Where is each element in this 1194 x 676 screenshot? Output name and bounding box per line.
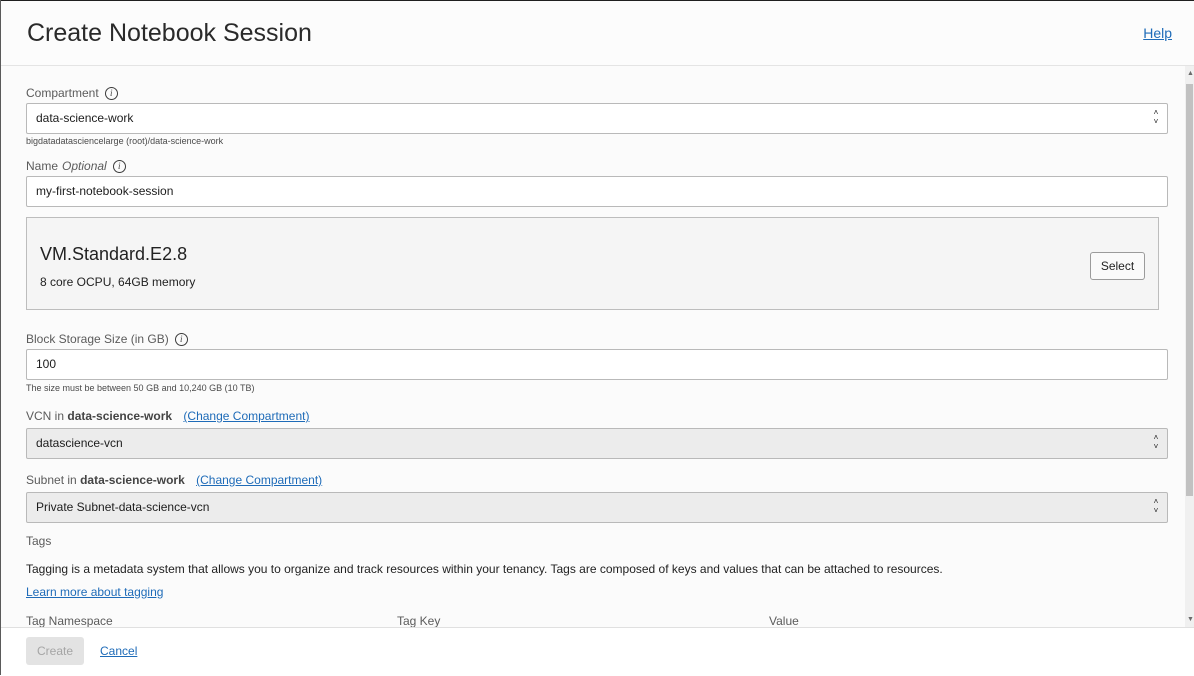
- scroll-down-arrow-icon[interactable]: ▼: [1187, 616, 1194, 623]
- subnet-label-prefix: Subnet in: [26, 473, 77, 487]
- vcn-compartment-name: data-science-work: [67, 409, 173, 423]
- subnet-compartment-name: data-science-work: [80, 473, 185, 487]
- compartment-select[interactable]: data-science-work ˄ ˅: [26, 103, 1168, 134]
- storage-label: Block Storage Size (in GB): [26, 332, 169, 346]
- dialog-footer: Create Cancel: [1, 627, 1194, 676]
- tags-title: Tags: [26, 534, 52, 548]
- subnet-change-compartment-link[interactable]: (Change Compartment): [196, 473, 322, 487]
- cancel-link[interactable]: Cancel: [100, 644, 137, 658]
- name-input[interactable]: my-first-notebook-session: [26, 176, 1168, 207]
- shape-description: 8 core OCPU, 64GB memory: [40, 275, 196, 289]
- optional-tag: Optional: [62, 159, 107, 173]
- updown-chevron-icon: ˄ ˅: [1153, 497, 1159, 515]
- compartment-label: Compartment: [26, 86, 99, 100]
- compartment-label-row: Compartment i: [26, 86, 118, 101]
- vcn-change-compartment-link[interactable]: (Change Compartment): [183, 409, 309, 423]
- subnet-select[interactable]: Private Subnet-data-science-vcn ˄ ˅: [26, 492, 1168, 523]
- vcn-label-prefix: VCN in: [26, 409, 65, 423]
- info-icon[interactable]: i: [104, 87, 118, 101]
- info-icon[interactable]: i: [174, 333, 188, 347]
- compartment-path: bigdatadatasciencelarge (root)/data-scie…: [26, 136, 224, 146]
- tags-description: Tagging is a metadata system that allows…: [26, 562, 943, 576]
- storage-value: 100: [36, 357, 57, 371]
- updown-chevron-icon: ˄ ˅: [1153, 108, 1159, 126]
- dialog-header: Create Notebook Session Help: [1, 1, 1194, 66]
- info-icon[interactable]: i: [112, 160, 126, 174]
- shape-card: VM.Standard.E2.8 8 core OCPU, 64GB memor…: [26, 217, 1159, 310]
- storage-input[interactable]: 100: [26, 349, 1168, 380]
- name-value: my-first-notebook-session: [36, 184, 174, 198]
- storage-hint: The size must be between 50 GB and 10,24…: [26, 383, 255, 393]
- storage-label-row: Block Storage Size (in GB) i: [26, 332, 188, 347]
- dialog-body: Compartment i data-science-work ˄ ˅ bigdat…: [1, 66, 1185, 627]
- tag-namespace-header: Tag Namespace: [26, 614, 113, 627]
- scrollbar-thumb[interactable]: [1186, 84, 1193, 496]
- vcn-select[interactable]: datascience-vcn ˄ ˅: [26, 428, 1168, 459]
- compartment-value: data-science-work: [36, 111, 134, 125]
- updown-chevron-icon: ˄ ˅: [1153, 433, 1159, 451]
- vertical-scrollbar[interactable]: ▲ ▼: [1185, 66, 1194, 627]
- name-label-row: Name Optional i: [26, 159, 126, 174]
- vcn-label-row: VCN in data-science-work (Change Compart…: [26, 409, 309, 423]
- tag-value-header: Value: [769, 614, 799, 627]
- create-button[interactable]: Create: [26, 637, 84, 665]
- name-label: Name: [26, 159, 59, 173]
- scroll-up-arrow-icon[interactable]: ▲: [1187, 70, 1194, 77]
- select-shape-button[interactable]: Select: [1090, 252, 1145, 280]
- tag-key-header: Tag Key: [397, 614, 441, 627]
- subnet-value: Private Subnet-data-science-vcn: [36, 500, 210, 514]
- learn-more-tagging-link[interactable]: Learn more about tagging: [26, 585, 163, 599]
- subnet-label-row: Subnet in data-science-work (Change Comp…: [26, 473, 322, 487]
- shape-name: VM.Standard.E2.8: [40, 244, 188, 264]
- page-title: Create Notebook Session: [27, 19, 312, 47]
- vcn-value: datascience-vcn: [36, 436, 123, 450]
- help-link[interactable]: Help: [1143, 25, 1172, 41]
